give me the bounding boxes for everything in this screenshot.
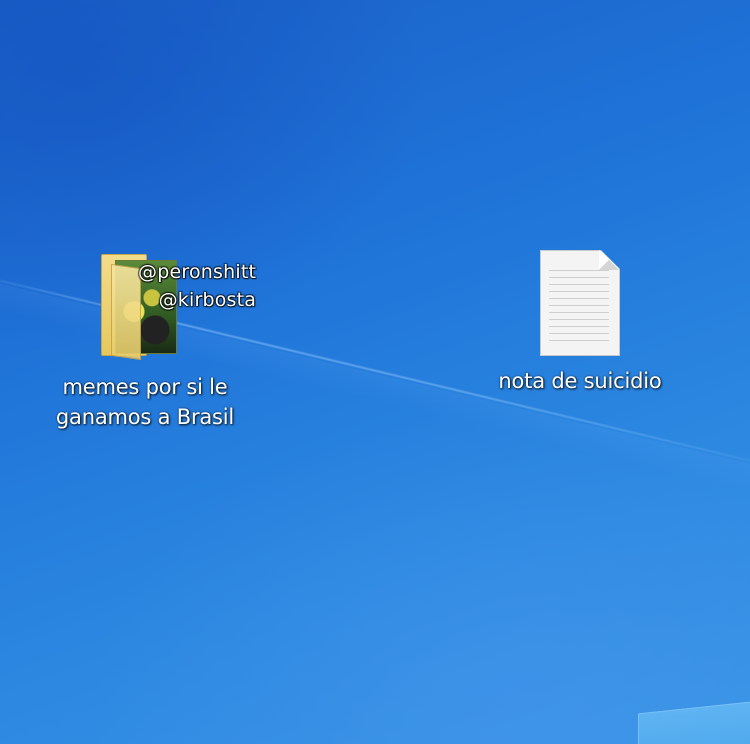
- desktop-icon-note-file[interactable]: nota de suicidio: [470, 250, 690, 396]
- text-document-icon: [540, 250, 620, 356]
- desktop[interactable]: memes por si le ganamos a Brasil @perons…: [0, 0, 750, 744]
- watermark-line: @peronshitt: [138, 261, 257, 283]
- watermark-line: @kirbosta: [158, 289, 257, 311]
- window-corner[interactable]: [638, 698, 750, 744]
- watermark: @peronshitt @kirbosta: [138, 258, 256, 314]
- desktop-icon-label: memes por si le ganamos a Brasil: [55, 375, 235, 429]
- desktop-icon-label: nota de suicidio: [498, 369, 662, 393]
